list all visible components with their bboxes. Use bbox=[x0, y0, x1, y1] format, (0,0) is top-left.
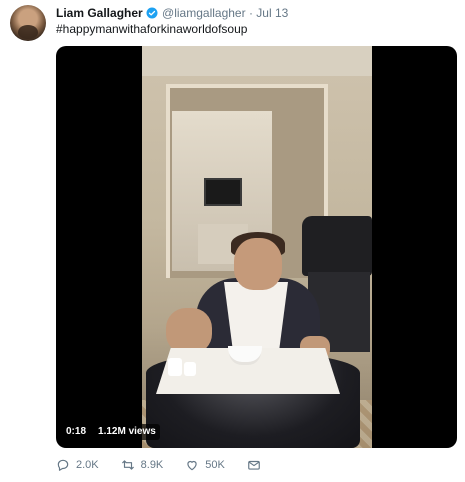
reply-icon bbox=[57, 459, 69, 471]
avatar[interactable] bbox=[10, 5, 46, 41]
person-arm-left bbox=[166, 308, 212, 354]
author-name[interactable]: Liam Gallagher bbox=[56, 6, 143, 20]
video-views: 1.12M views bbox=[94, 424, 160, 440]
message-icon bbox=[248, 460, 260, 470]
retweet-count: 8.9K bbox=[140, 459, 164, 471]
tweet-header: Liam Gallagher @liamgallagher · Jul 13 bbox=[56, 6, 288, 20]
person-head bbox=[234, 238, 282, 290]
video-info: 0:18 1.12M views bbox=[62, 424, 160, 440]
napkin bbox=[224, 282, 288, 356]
author-handle[interactable]: @liamgallagher bbox=[162, 6, 246, 20]
video-time: 0:18 bbox=[62, 424, 91, 440]
direct-message-button[interactable] bbox=[247, 458, 267, 472]
retweet-icon bbox=[121, 460, 134, 470]
pepper-shaker bbox=[184, 362, 196, 376]
verified-badge-icon bbox=[146, 7, 158, 19]
retweet-button[interactable]: 8.9K bbox=[121, 458, 164, 472]
heart-icon bbox=[187, 460, 197, 471]
like-count: 50K bbox=[205, 459, 225, 471]
ceiling bbox=[142, 46, 372, 76]
bag bbox=[302, 216, 372, 276]
reply-button[interactable]: 2.0K bbox=[56, 458, 99, 472]
reply-count: 2.0K bbox=[76, 459, 99, 471]
tweet-date[interactable]: Jul 13 bbox=[256, 6, 288, 20]
date-separator: · bbox=[248, 6, 253, 20]
tweet-text[interactable]: #happymanwithaforkinaworldofsoup bbox=[56, 22, 247, 37]
avatar-beard bbox=[18, 25, 38, 39]
tweet-actions: 2.0K 8.9K 50K bbox=[56, 458, 289, 472]
video-player[interactable]: 0:18 1.12M views bbox=[56, 46, 457, 448]
tweet[interactable]: Liam Gallagher @liamgallagher · Jul 13 #… bbox=[0, 0, 465, 482]
like-button[interactable]: 50K bbox=[185, 458, 225, 472]
video-frame bbox=[142, 46, 372, 448]
salt-shaker bbox=[168, 358, 182, 376]
tv bbox=[204, 178, 242, 206]
